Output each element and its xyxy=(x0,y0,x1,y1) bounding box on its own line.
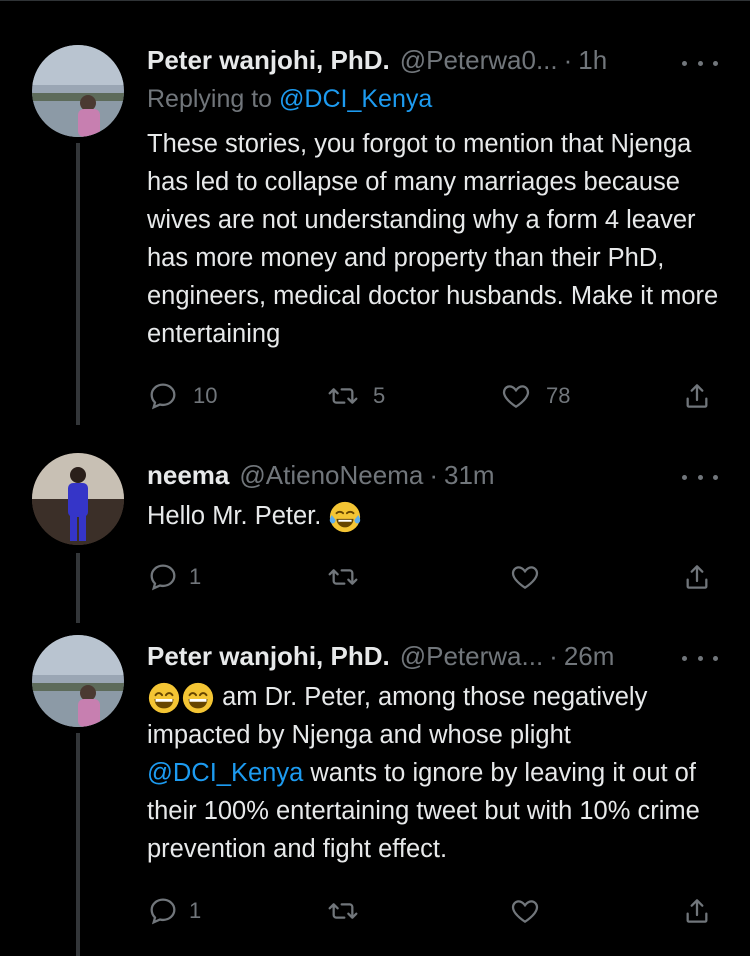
tweet-text-content: Hello Mr. Peter. xyxy=(147,502,322,530)
replying-to-label: Replying to xyxy=(147,85,280,113)
display-name[interactable]: Peter wanjohi, PhD. xyxy=(147,641,390,672)
tweet-actions: 1 xyxy=(147,891,727,931)
tweet-text-part1: am Dr. Peter, among those negatively imp… xyxy=(147,683,648,749)
retweet-icon xyxy=(328,388,358,404)
face-with-tears-of-joy-icon xyxy=(330,502,361,533)
replying-to: Replying to @DCI_Kenya xyxy=(147,85,432,114)
thread-line xyxy=(76,733,80,956)
separator: · xyxy=(563,44,573,75)
reply-icon xyxy=(150,383,176,410)
grinning-face-icon xyxy=(182,683,214,714)
retweet-button[interactable] xyxy=(327,891,359,931)
retweet-button[interactable] xyxy=(327,557,359,597)
timestamp[interactable]: 31m xyxy=(444,460,495,491)
share-icon xyxy=(686,899,708,923)
tweet-actions: 1 xyxy=(147,557,727,597)
tweet-header: Peter wanjohi, PhD. @Peterwa0... · 1h xyxy=(147,40,607,80)
reply-icon xyxy=(150,564,176,591)
share-icon xyxy=(686,384,708,408)
grinning-face-icon xyxy=(148,683,180,714)
tweet-2[interactable]: neema @AtienoNeema · 31m Hello Mr. Peter… xyxy=(0,453,750,623)
heart-icon xyxy=(511,900,539,923)
like-button[interactable] xyxy=(509,891,541,931)
tweet-text: am Dr. Peter, among those negatively imp… xyxy=(147,678,727,868)
reply-count: 1 xyxy=(189,564,202,589)
reply-button[interactable]: 1 xyxy=(147,557,201,597)
thread-line xyxy=(76,143,80,425)
top-divider xyxy=(0,0,750,1)
separator: · xyxy=(429,459,438,490)
heart-icon xyxy=(502,385,530,408)
mention-link[interactable]: @DCI_Kenya xyxy=(147,759,303,787)
tweet-header: neema @AtienoNeema · 31m xyxy=(147,455,495,495)
tweet-text: These stories, you forgot to mention tha… xyxy=(147,130,719,348)
share-button[interactable] xyxy=(681,891,713,931)
reply-button[interactable]: 10 xyxy=(147,376,217,416)
tweet-actions: 10 5 78 xyxy=(147,376,727,416)
timestamp[interactable]: 26m xyxy=(564,641,615,672)
retweet-icon xyxy=(328,903,358,919)
like-count: 78 xyxy=(546,383,571,408)
like-button[interactable]: 78 xyxy=(500,376,570,416)
tweet-header: Peter wanjohi, PhD. @Peterwa... · 26m xyxy=(147,636,614,676)
user-handle[interactable]: @AtienoNeema xyxy=(239,460,423,491)
reply-button[interactable]: 1 xyxy=(147,891,201,931)
reply-count: 10 xyxy=(193,383,218,408)
tweet-3[interactable]: Peter wanjohi, PhD. @Peterwa... · 26m am… xyxy=(0,635,750,956)
more-icon[interactable] xyxy=(682,53,718,73)
mention-link[interactable]: @DCI_Kenya xyxy=(279,85,432,113)
tweet-text: Hello Mr. Peter. xyxy=(147,497,727,535)
display-name[interactable]: neema xyxy=(147,460,229,491)
retweet-count: 5 xyxy=(373,383,386,408)
user-handle[interactable]: @Peterwa0... xyxy=(400,45,558,76)
retweet-button[interactable]: 5 xyxy=(327,376,385,416)
separator: · xyxy=(549,640,558,671)
reply-count: 1 xyxy=(189,898,202,923)
avatar[interactable] xyxy=(32,635,124,727)
reply-icon xyxy=(150,898,176,925)
display-name[interactable]: Peter wanjohi, PhD. xyxy=(147,45,390,76)
more-icon[interactable] xyxy=(682,648,718,668)
share-button[interactable] xyxy=(681,557,713,597)
share-icon xyxy=(686,565,708,589)
avatar[interactable] xyxy=(32,453,124,545)
like-button[interactable] xyxy=(509,557,541,597)
user-handle[interactable]: @Peterwa... xyxy=(400,641,543,672)
avatar[interactable] xyxy=(32,45,124,137)
tweet-1[interactable]: Peter wanjohi, PhD. @Peterwa0... · 1h Re… xyxy=(0,45,750,425)
more-icon[interactable] xyxy=(682,467,718,487)
retweet-icon xyxy=(328,569,358,585)
timestamp[interactable]: 1h xyxy=(578,45,607,76)
heart-icon xyxy=(511,566,539,589)
share-button[interactable] xyxy=(681,376,713,416)
thread-line xyxy=(76,553,80,623)
